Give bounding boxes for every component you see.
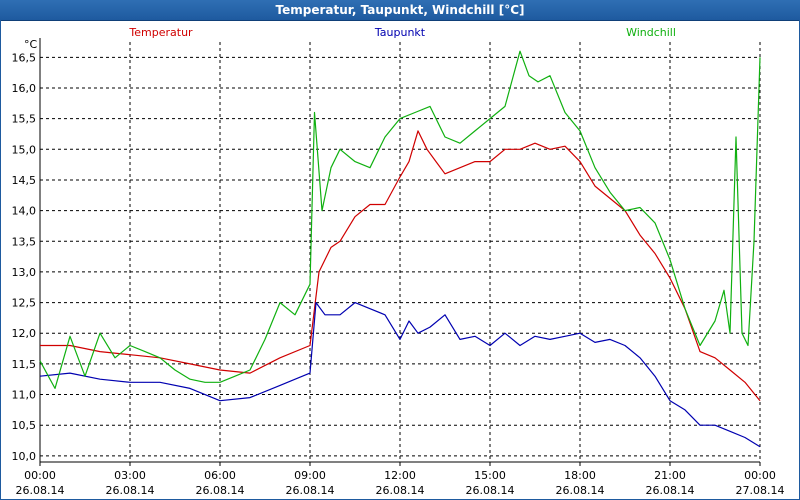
x-tick-date: 26.08.14 [556,484,605,497]
x-tick-date: 26.08.14 [16,484,65,497]
x-tick-date: 26.08.14 [196,484,245,497]
y-tick-label: 14,0 [12,205,37,218]
y-tick-label: 16,5 [12,51,37,64]
x-tick-date: 26.08.14 [106,484,155,497]
x-tick-date: 27.08.14 [736,484,785,497]
y-tick-label: 15,0 [12,143,37,156]
y-tick-label: 16,0 [12,82,37,95]
chart-window: Temperatur, Taupunkt, Windchill [°C] 10,… [0,0,800,500]
y-tick-label: 14,5 [12,174,37,187]
y-tick-label: 10,5 [12,419,37,432]
axes-layer: 10,0 10,5 11,0 11,5 12,0 12,5 13,0 13,5 14,0 14,5… [12,38,785,497]
y-tick-label: 11,5 [12,358,37,371]
legend-temperatur: Temperatur [128,26,193,39]
y-tick-label: 13,5 [12,235,37,248]
x-tick-date: 26.08.14 [376,484,425,497]
x-tick-time: 18:00 [564,469,596,482]
y-tick-label: 15,5 [12,113,37,126]
x-tick-date: 26.08.14 [286,484,335,497]
x-tick-time: 03:00 [114,469,146,482]
grid-layer [40,42,761,462]
x-tick-time: 00:00 [24,469,56,482]
x-tick-time: 06:00 [204,469,236,482]
y-tick-label: 11,0 [12,389,37,402]
x-tick-time: 00:00 [744,469,776,482]
y-tick-label: 12,0 [12,327,37,340]
legend-taupunkt: Taupunkt [374,26,426,39]
y-axis-unit: °C [24,38,38,51]
x-tick-date: 26.08.14 [466,484,515,497]
y-tick-label: 12,5 [12,297,37,310]
y-tick-label: 13,0 [12,266,37,279]
y-tick-label: 10,0 [12,450,37,463]
x-tick-time: 09:00 [294,469,326,482]
legend-windchill: Windchill [626,26,676,39]
x-tick-time: 15:00 [474,469,506,482]
x-tick-date: 26.08.14 [646,484,695,497]
x-tick-time: 12:00 [384,469,416,482]
line-chart: 10,0 10,5 11,0 11,5 12,0 12,5 13,0 13,5 14,0 14,5… [12,26,785,497]
x-tick-time: 21:00 [654,469,686,482]
